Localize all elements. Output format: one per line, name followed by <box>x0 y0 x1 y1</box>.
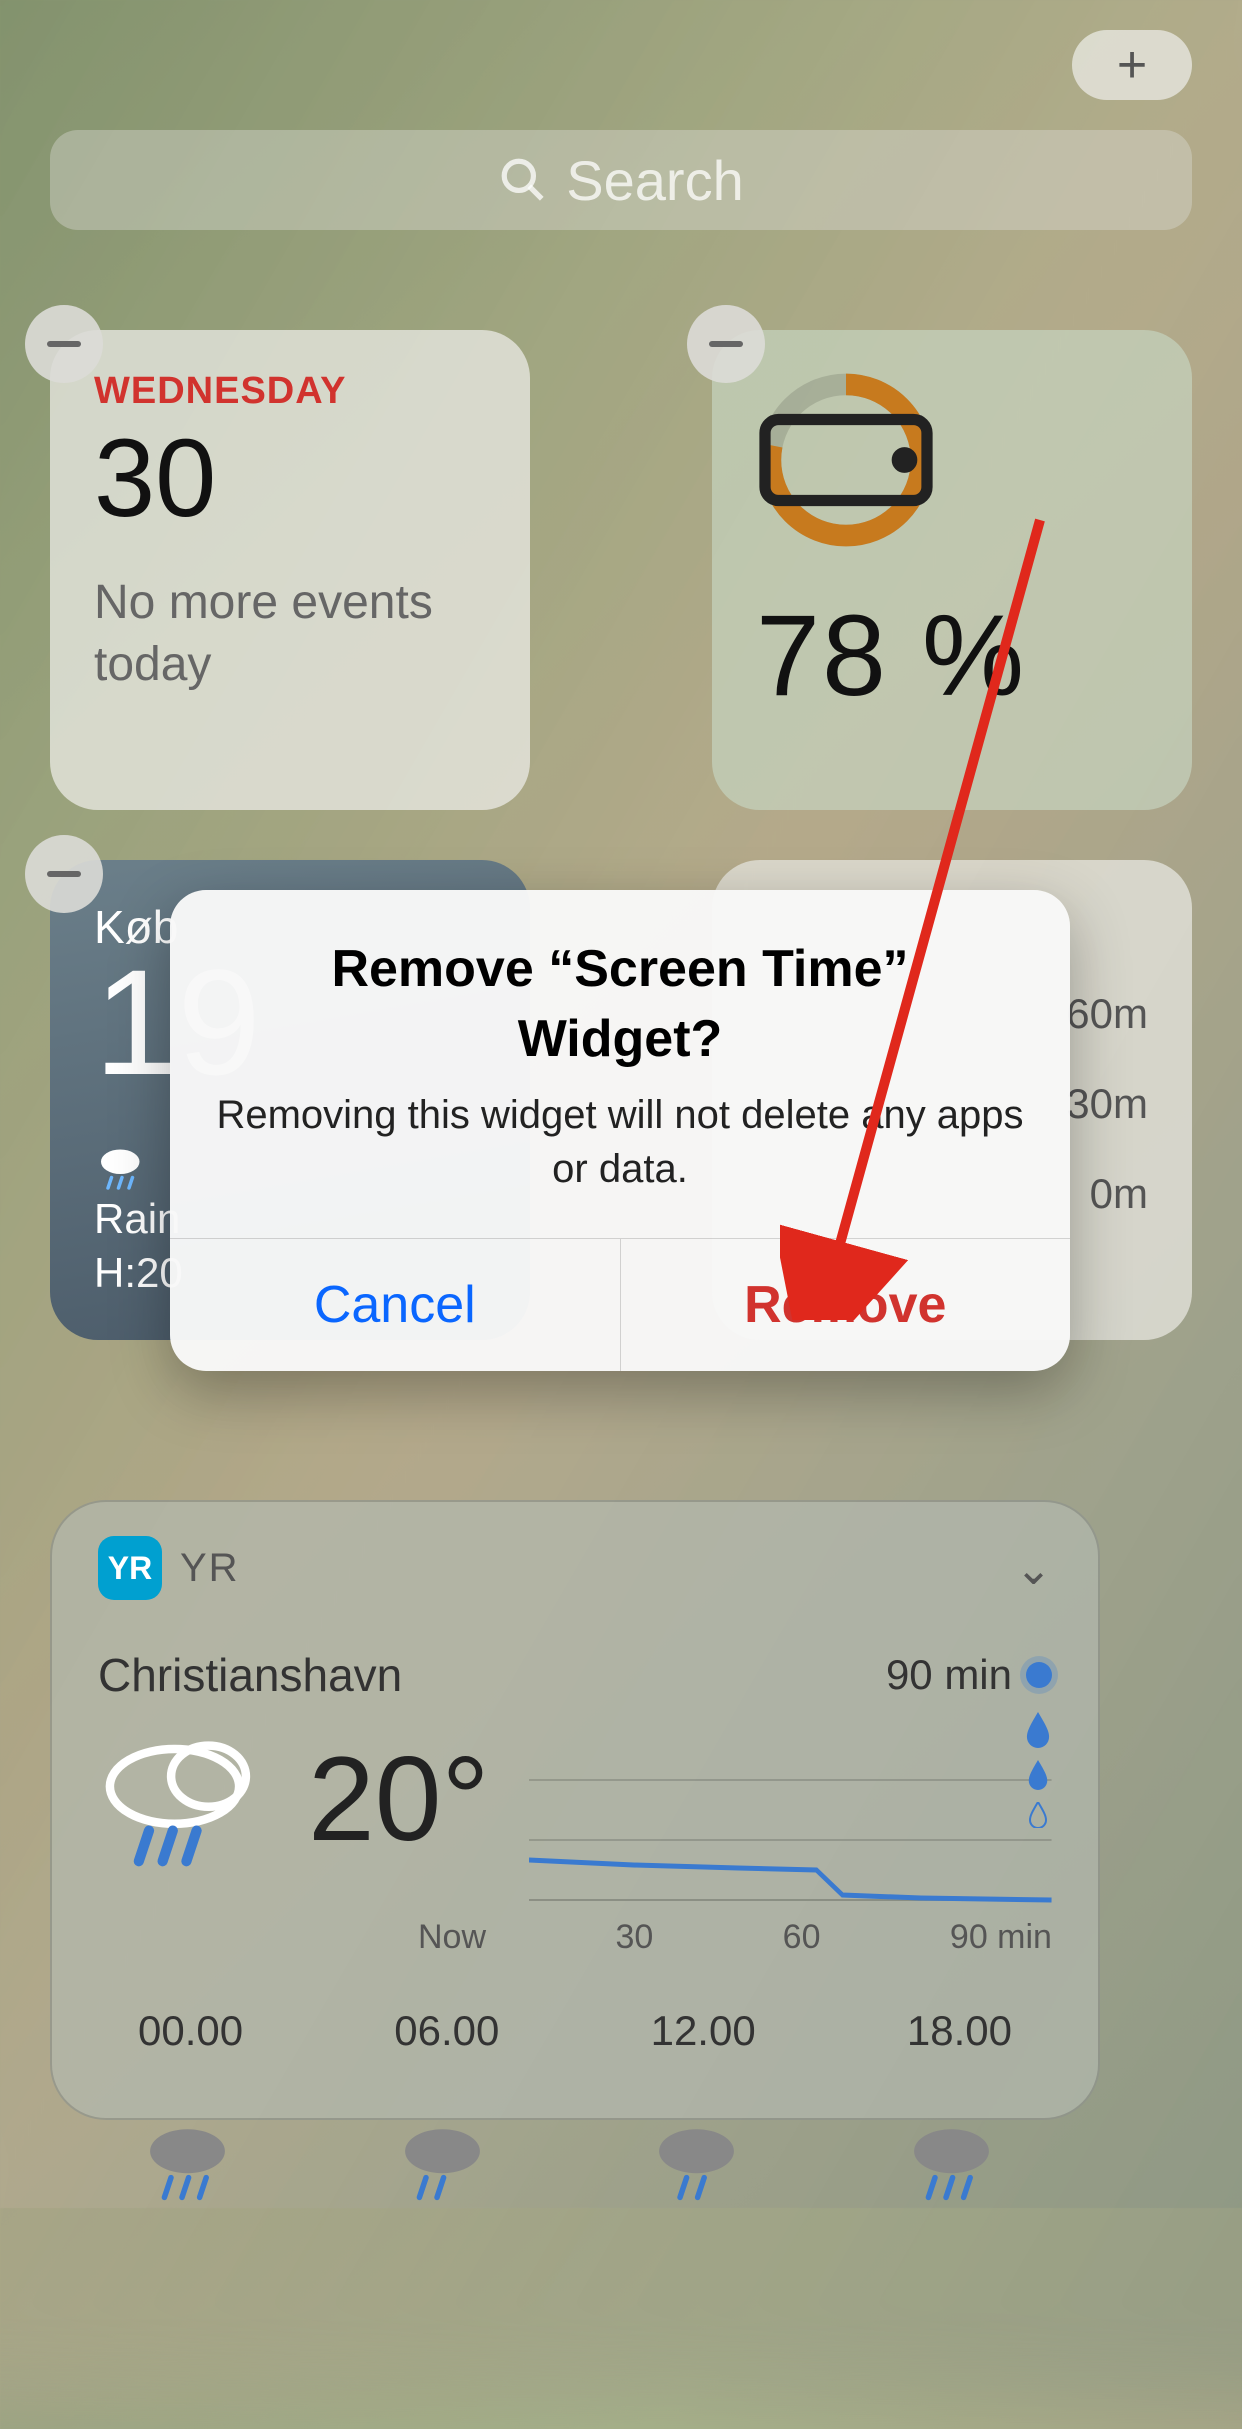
usage-row-value: 60m <box>1066 990 1148 1038</box>
calendar-widget[interactable]: WEDNESDAY 30 No more events today <box>50 330 530 810</box>
usage-row-value: 0m <box>1066 1170 1148 1218</box>
phone-icon <box>756 370 936 550</box>
plus-icon: + <box>1117 35 1147 95</box>
yr-axis-label: Now <box>418 1918 486 1957</box>
remove-widget-dialog: Remove “Screen Time” Widget? Removing th… <box>170 890 1070 1371</box>
remove-widget-badge[interactable] <box>25 305 103 383</box>
rain-icon <box>94 1139 150 1195</box>
yr-app-label: YR <box>180 1546 240 1591</box>
remove-widget-badge[interactable] <box>25 835 103 913</box>
search-placeholder: Search <box>566 148 743 213</box>
yr-hour: 18.00 <box>907 2007 1012 2055</box>
yr-duration: 90 min <box>886 1651 1052 1699</box>
yr-forecast-chart <box>529 1730 1052 1930</box>
yr-temp: 20° <box>308 1730 489 1868</box>
cloud-rain-icon <box>902 2115 1012 2205</box>
screentime-widget[interactable]: 78 % <box>712 330 1192 810</box>
search-icon <box>498 155 548 205</box>
yr-widget[interactable]: YR YR ⌄ Christianshavn 90 min 20° <box>50 1500 1100 2120</box>
cloud-rain-icon <box>393 2115 503 2205</box>
calendar-message: No more events today <box>94 572 486 697</box>
chevron-down-icon[interactable]: ⌄ <box>1015 1544 1052 1595</box>
usage-row-value: 30m <box>1066 1080 1148 1128</box>
drop-icon <box>1028 1802 1048 1828</box>
radio-dot-icon <box>1026 1662 1052 1688</box>
remove-widget-badge[interactable] <box>687 305 765 383</box>
dialog-title: Remove “Screen Time” Widget? <box>170 890 1070 1088</box>
screentime-percent: 78 % <box>756 590 1148 722</box>
yr-hour: 12.00 <box>651 2007 756 2055</box>
cancel-button[interactable]: Cancel <box>170 1239 621 1371</box>
add-widget-button[interactable]: + <box>1072 30 1192 100</box>
cloud-rain-icon <box>138 2115 248 2205</box>
dialog-message: Removing this widget will not delete any… <box>170 1088 1070 1238</box>
cloud-rain-icon <box>647 2115 757 2205</box>
yr-logo: YR <box>98 1536 162 1600</box>
yr-hour: 00.00 <box>138 2007 243 2055</box>
remove-button[interactable]: Remove <box>621 1239 1071 1371</box>
screentime-ring <box>756 370 936 550</box>
calendar-date: 30 <box>94 415 486 542</box>
rain-cloud-icon <box>98 1730 268 1870</box>
drop-icon <box>1024 1712 1052 1748</box>
calendar-day: WEDNESDAY <box>94 370 486 413</box>
yr-location: Christianshavn <box>98 1648 402 1702</box>
drop-icon <box>1026 1760 1050 1790</box>
search-input[interactable]: Search <box>50 130 1192 230</box>
yr-hour: 06.00 <box>394 2007 499 2055</box>
